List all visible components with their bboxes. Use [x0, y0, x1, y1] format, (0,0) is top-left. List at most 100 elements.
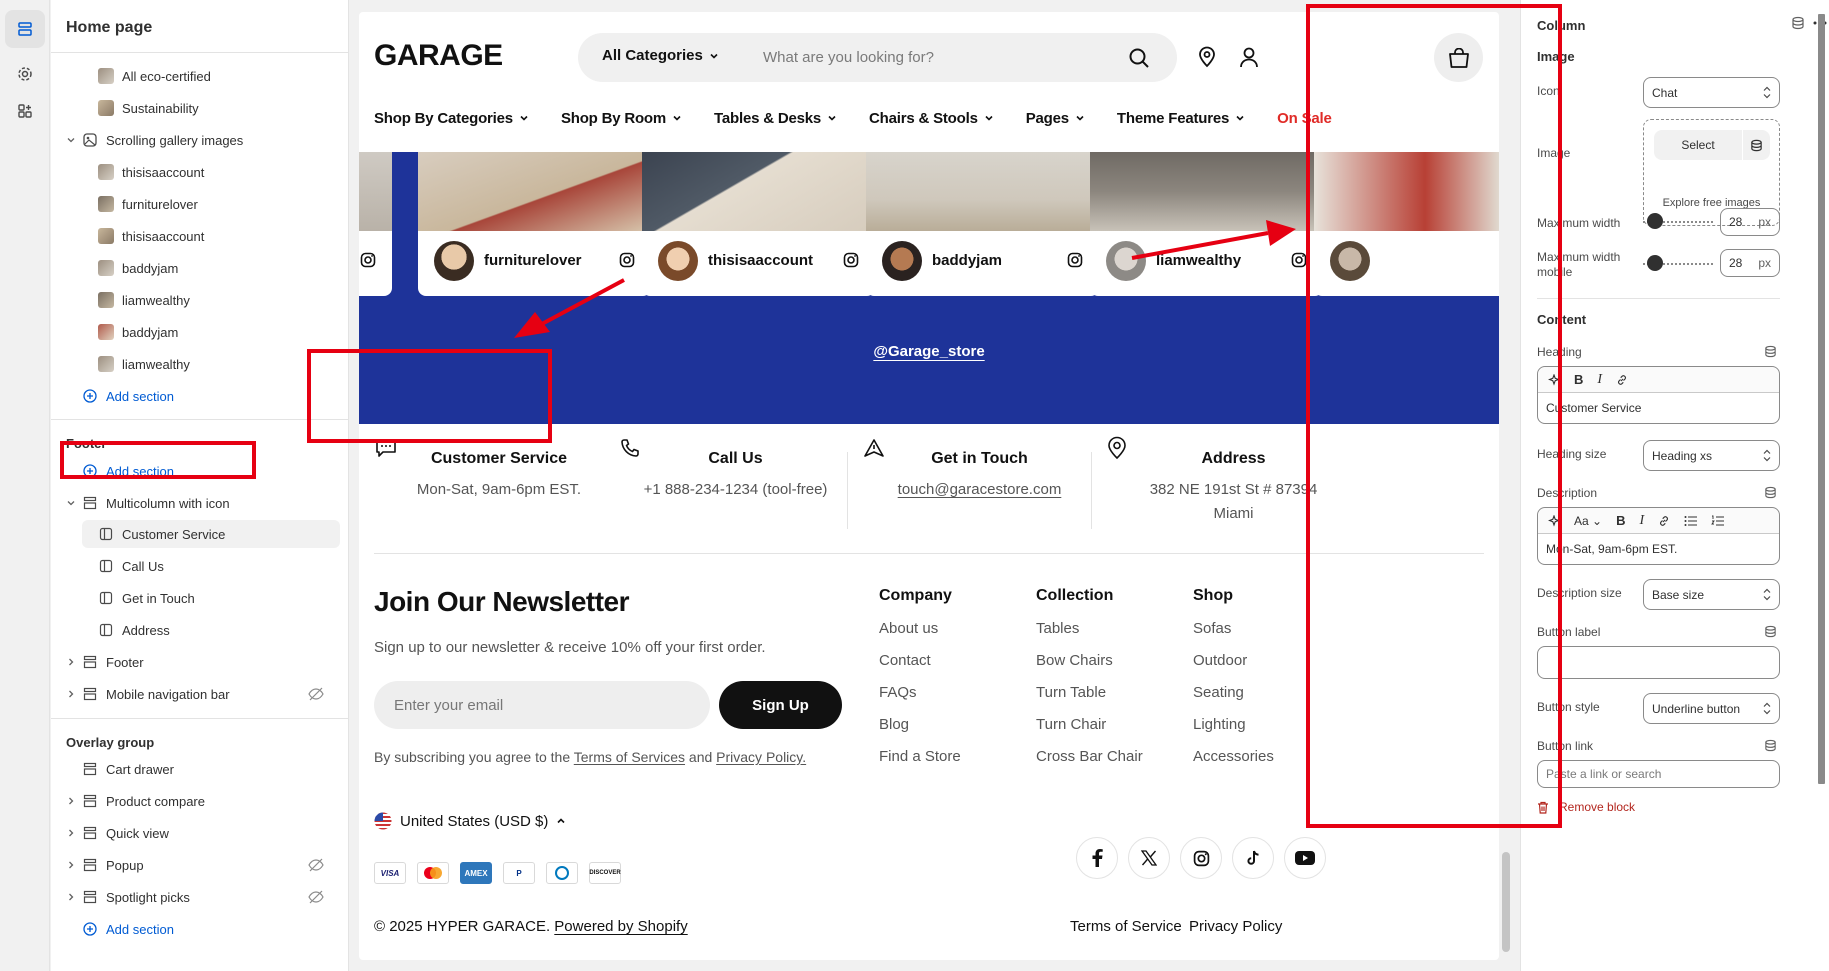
sections-icon[interactable]: [5, 10, 45, 48]
footer-link[interactable]: FAQs: [879, 684, 961, 716]
heading-text[interactable]: Customer Service: [1538, 393, 1779, 423]
tree-item-get-in-touch[interactable]: Get in Touch: [51, 584, 341, 612]
footer-link[interactable]: Tables: [1036, 620, 1143, 652]
gallery-card[interactable]: furniturelover: [418, 152, 651, 296]
tree-item-popup[interactable]: Popup: [51, 851, 341, 879]
sign-up-button[interactable]: Sign Up: [719, 681, 842, 729]
chevron-right-icon[interactable]: [65, 827, 77, 839]
footer-link[interactable]: Contact: [879, 652, 961, 684]
database-icon[interactable]: [1764, 345, 1777, 358]
search-icon[interactable]: [1128, 47, 1150, 69]
tree-item[interactable]: All eco-certified: [51, 62, 341, 90]
text-size-icon[interactable]: Aa ⌄: [1574, 514, 1602, 528]
panel-scrollbar[interactable]: [1818, 14, 1825, 784]
tree-item-mobile-nav[interactable]: Mobile navigation bar: [51, 680, 341, 708]
database-icon[interactable]: [1791, 16, 1805, 30]
slider-handle[interactable]: [1647, 213, 1663, 229]
footer-link[interactable]: Seating: [1193, 684, 1274, 716]
description-size-select[interactable]: Base size: [1643, 579, 1780, 610]
tiktok-icon[interactable]: [1232, 837, 1274, 879]
gallery-card[interactable]: liamwealthy: [1090, 152, 1323, 296]
tree-item[interactable]: thisisaaccount: [51, 158, 341, 186]
tree-item[interactable]: baddyjam: [51, 254, 341, 282]
nav-theme-features[interactable]: Theme Features: [1117, 110, 1245, 127]
tree-item-cart-drawer[interactable]: Cart drawer: [51, 755, 341, 783]
nav-tables-desks[interactable]: Tables & Desks: [714, 110, 837, 127]
powered-by-shopify-link[interactable]: Powered by Shopify: [554, 918, 687, 935]
tree-item-scrolling-gallery[interactable]: Scrolling gallery images: [51, 126, 341, 154]
bold-icon[interactable]: B: [1616, 513, 1625, 528]
database-icon[interactable]: [1764, 739, 1777, 752]
terms-link[interactable]: Terms of Services: [574, 749, 685, 765]
x-twitter-icon[interactable]: [1128, 837, 1170, 879]
footer-link[interactable]: About us: [879, 620, 961, 652]
chevron-right-icon[interactable]: [65, 795, 77, 807]
tree-item-multicolumn[interactable]: Multicolumn with icon: [51, 489, 341, 517]
icon-select[interactable]: Chat: [1643, 77, 1780, 108]
footer-link[interactable]: Lighting: [1193, 716, 1274, 748]
eye-off-icon[interactable]: [308, 858, 324, 872]
chevron-right-icon[interactable]: [65, 891, 77, 903]
gallery-card[interactable]: [359, 152, 392, 296]
nav-chairs-stools[interactable]: Chairs & Stools: [869, 110, 994, 127]
database-icon[interactable]: [1743, 130, 1770, 160]
tree-item[interactable]: liamwealthy: [51, 286, 341, 314]
gallery-card[interactable]: thisisaaccount: [642, 152, 875, 296]
privacy-policy-link[interactable]: Privacy Policy: [1189, 918, 1282, 935]
currency-selector[interactable]: United States (USD $): [374, 812, 566, 830]
nav-pages[interactable]: Pages: [1026, 110, 1085, 127]
description-text[interactable]: Mon-Sat, 9am-6pm EST.: [1538, 534, 1779, 564]
tree-item[interactable]: thisisaaccount: [51, 222, 341, 250]
instagram-icon[interactable]: [843, 252, 859, 268]
select-image-button[interactable]: Select: [1654, 130, 1742, 160]
facebook-icon[interactable]: [1076, 837, 1118, 879]
column-get-in-touch[interactable]: Get in Touch touch@garacestore.com: [848, 424, 1091, 534]
tree-item[interactable]: Sustainability: [51, 94, 341, 122]
footer-link[interactable]: Outdoor: [1193, 652, 1274, 684]
footer-link[interactable]: Bow Chairs: [1036, 652, 1143, 684]
youtube-icon[interactable]: [1284, 837, 1326, 879]
tree-item-customer-service[interactable]: Customer Service: [82, 520, 340, 548]
instagram-icon[interactable]: [1180, 837, 1222, 879]
max-width-mobile-slider[interactable]: [1643, 255, 1713, 271]
tree-item[interactable]: liamwealthy: [51, 350, 341, 378]
terms-of-service-link[interactable]: Terms of Service: [1070, 918, 1182, 935]
nav-shop-by-categories[interactable]: Shop By Categories: [374, 110, 529, 127]
slider-handle[interactable]: [1647, 255, 1663, 271]
bullet-list-icon[interactable]: [1684, 515, 1698, 527]
privacy-link[interactable]: Privacy Policy.: [716, 749, 806, 765]
chevron-right-icon[interactable]: [65, 859, 77, 871]
button-link-input[interactable]: [1537, 760, 1780, 788]
instagram-icon[interactable]: [1291, 252, 1307, 268]
add-section-button[interactable]: Add section: [51, 915, 341, 943]
search-input[interactable]: [763, 39, 1123, 76]
heading-size-select[interactable]: Heading xs: [1643, 440, 1780, 471]
footer-link[interactable]: Cross Bar Chair: [1036, 748, 1143, 780]
chevron-right-icon[interactable]: [65, 688, 77, 700]
instagram-icon[interactable]: [619, 252, 635, 268]
heading-editor[interactable]: B I Customer Service: [1537, 366, 1780, 424]
footer-link[interactable]: Turn Table: [1036, 684, 1143, 716]
max-width-input[interactable]: 28 px: [1720, 208, 1780, 236]
chevron-down-icon[interactable]: [65, 497, 77, 509]
button-label-input[interactable]: [1537, 646, 1780, 679]
instagram-icon[interactable]: [360, 252, 376, 268]
italic-icon[interactable]: I: [1597, 372, 1602, 388]
tree-item-address[interactable]: Address: [51, 616, 341, 644]
tree-item-spotlight-picks[interactable]: Spotlight picks: [51, 883, 341, 911]
instagram-icon[interactable]: [1067, 252, 1083, 268]
database-icon[interactable]: [1764, 625, 1777, 638]
footer-link[interactable]: Turn Chair: [1036, 716, 1143, 748]
footer-link[interactable]: Find a Store: [879, 748, 961, 780]
eye-off-icon[interactable]: [308, 890, 324, 904]
tree-item-product-compare[interactable]: Product compare: [51, 787, 341, 815]
max-width-mobile-input[interactable]: 28 px: [1720, 249, 1780, 277]
account-icon[interactable]: [1238, 46, 1260, 68]
italic-icon[interactable]: I: [1639, 513, 1644, 529]
store-logo[interactable]: GARAGE: [374, 39, 503, 73]
button-style-select[interactable]: Underline button: [1643, 693, 1780, 724]
chevron-down-icon[interactable]: [65, 134, 77, 146]
database-icon[interactable]: [1764, 486, 1777, 499]
column-description[interactable]: touch@garacestore.com: [868, 478, 1091, 502]
category-dropdown[interactable]: All Categories: [602, 47, 719, 64]
